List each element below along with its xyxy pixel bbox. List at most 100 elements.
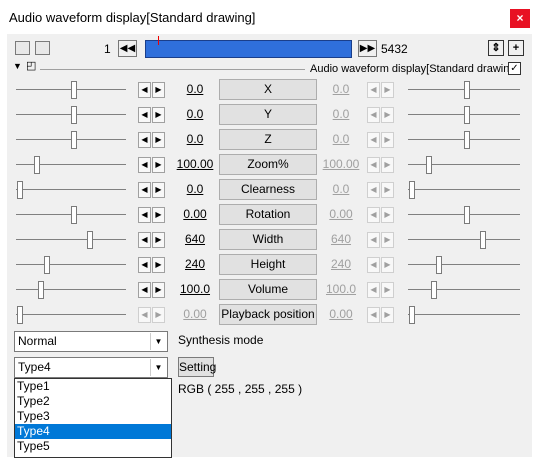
camera-icon[interactable]	[15, 41, 30, 55]
right-slider-thumb[interactable]	[436, 256, 442, 274]
right-slider-track[interactable]	[408, 264, 520, 265]
left-decrement-button[interactable]: ◀	[138, 182, 151, 198]
param-name-button[interactable]: Clearness	[219, 179, 317, 200]
right-slider-thumb[interactable]	[464, 106, 470, 124]
right-decrement-button[interactable]: ◀	[367, 132, 380, 148]
right-slider-thumb[interactable]	[464, 131, 470, 149]
left-slider-thumb[interactable]	[17, 306, 23, 324]
right-slider-thumb[interactable]	[464, 81, 470, 99]
setting-button[interactable]: Setting	[178, 357, 216, 377]
right-decrement-button[interactable]: ◀	[367, 182, 380, 198]
left-increment-button[interactable]: ▶	[152, 157, 165, 173]
right-increment-button[interactable]: ▶	[381, 282, 394, 298]
param-name-button[interactable]: Zoom%	[219, 154, 317, 175]
right-slider-thumb[interactable]	[409, 181, 415, 199]
timeline-bar[interactable]	[145, 36, 352, 58]
left-slider-track[interactable]	[16, 314, 126, 315]
right-decrement-button[interactable]: ◀	[367, 282, 380, 298]
left-increment-button[interactable]: ▶	[152, 307, 165, 323]
next-frame-button[interactable]: ▶▶	[358, 40, 377, 57]
left-increment-button[interactable]: ▶	[152, 182, 165, 198]
left-value[interactable]: 0.00	[170, 207, 220, 221]
left-increment-button[interactable]: ▶	[152, 107, 165, 123]
left-slider-thumb[interactable]	[34, 156, 40, 174]
type-option[interactable]: Type2	[15, 394, 171, 409]
right-increment-button[interactable]: ▶	[381, 207, 394, 223]
left-decrement-button[interactable]: ◀	[138, 82, 151, 98]
screen-icon[interactable]	[35, 41, 50, 55]
left-value[interactable]: 240	[170, 257, 220, 271]
right-decrement-button[interactable]: ◀	[367, 307, 380, 323]
left-decrement-button[interactable]: ◀	[138, 232, 151, 248]
chevron-down-icon[interactable]: ▼	[150, 333, 166, 350]
type-select[interactable]: Type4 ▼	[14, 357, 168, 378]
type-option[interactable]: Type3	[15, 409, 171, 424]
right-slider-track[interactable]	[408, 314, 520, 315]
left-decrement-button[interactable]: ◀	[138, 157, 151, 173]
left-increment-button[interactable]: ▶	[152, 232, 165, 248]
timeline-marker[interactable]	[158, 36, 159, 45]
left-decrement-button[interactable]: ◀	[138, 282, 151, 298]
right-decrement-button[interactable]: ◀	[367, 207, 380, 223]
left-slider-thumb[interactable]	[71, 106, 77, 124]
right-value[interactable]: 240	[318, 257, 364, 271]
right-value[interactable]: 0.00	[318, 207, 364, 221]
param-name-button[interactable]: Height	[219, 254, 317, 275]
right-slider-thumb[interactable]	[431, 281, 437, 299]
close-button[interactable]: ×	[510, 9, 530, 28]
left-slider-track[interactable]	[16, 189, 126, 190]
left-slider-thumb[interactable]	[71, 131, 77, 149]
left-value[interactable]: 640	[170, 232, 220, 246]
updown-icon[interactable]: ⇕	[488, 40, 504, 56]
param-name-button[interactable]: Playback position	[219, 304, 317, 325]
right-increment-button[interactable]: ▶	[381, 107, 394, 123]
right-value[interactable]: 0.0	[318, 182, 364, 196]
right-increment-button[interactable]: ▶	[381, 182, 394, 198]
left-slider-thumb[interactable]	[87, 231, 93, 249]
param-name-button[interactable]: Rotation	[219, 204, 317, 225]
right-decrement-button[interactable]: ◀	[367, 107, 380, 123]
right-decrement-button[interactable]: ◀	[367, 257, 380, 273]
left-decrement-button[interactable]: ◀	[138, 107, 151, 123]
right-increment-button[interactable]: ▶	[381, 257, 394, 273]
left-value[interactable]: 0.0	[170, 107, 220, 121]
blend-mode-select[interactable]: Normal ▼	[14, 331, 168, 352]
right-slider-track[interactable]	[408, 289, 520, 290]
right-increment-button[interactable]: ▶	[381, 232, 394, 248]
right-decrement-button[interactable]: ◀	[367, 82, 380, 98]
right-increment-button[interactable]: ▶	[381, 82, 394, 98]
prev-frame-button[interactable]: ◀◀	[118, 40, 137, 57]
right-value[interactable]: 100.00	[318, 157, 364, 171]
right-value[interactable]: 0.0	[318, 82, 364, 96]
param-name-button[interactable]: X	[219, 79, 317, 100]
param-name-button[interactable]: Y	[219, 104, 317, 125]
type-dropdown-list[interactable]: Type1 Type2 Type3 Type4 Type5	[14, 378, 172, 458]
right-increment-button[interactable]: ▶	[381, 157, 394, 173]
left-value[interactable]: 0.0	[170, 82, 220, 96]
left-slider-track[interactable]	[16, 264, 126, 265]
right-increment-button[interactable]: ▶	[381, 132, 394, 148]
left-value[interactable]: 0.0	[170, 132, 220, 146]
left-slider-thumb[interactable]	[38, 281, 44, 299]
right-slider-thumb[interactable]	[409, 306, 415, 324]
left-increment-button[interactable]: ▶	[152, 257, 165, 273]
right-decrement-button[interactable]: ◀	[367, 157, 380, 173]
right-increment-button[interactable]: ▶	[381, 307, 394, 323]
param-name-button[interactable]: Z	[219, 129, 317, 150]
left-increment-button[interactable]: ▶	[152, 282, 165, 298]
left-decrement-button[interactable]: ◀	[138, 207, 151, 223]
left-slider-track[interactable]	[16, 164, 126, 165]
param-name-button[interactable]: Width	[219, 229, 317, 250]
left-increment-button[interactable]: ▶	[152, 132, 165, 148]
right-slider-track[interactable]	[408, 164, 520, 165]
right-slider-track[interactable]	[408, 239, 520, 240]
expand-toggle-icon[interactable]: ▼	[13, 61, 22, 71]
right-value[interactable]: 0.00	[318, 307, 364, 321]
right-slider-thumb[interactable]	[480, 231, 486, 249]
left-value[interactable]: 0.00	[170, 307, 220, 321]
left-slider-thumb[interactable]	[71, 81, 77, 99]
left-decrement-button[interactable]: ◀	[138, 307, 151, 323]
right-slider-thumb[interactable]	[426, 156, 432, 174]
type-option[interactable]: Type1	[15, 379, 171, 394]
right-decrement-button[interactable]: ◀	[367, 232, 380, 248]
